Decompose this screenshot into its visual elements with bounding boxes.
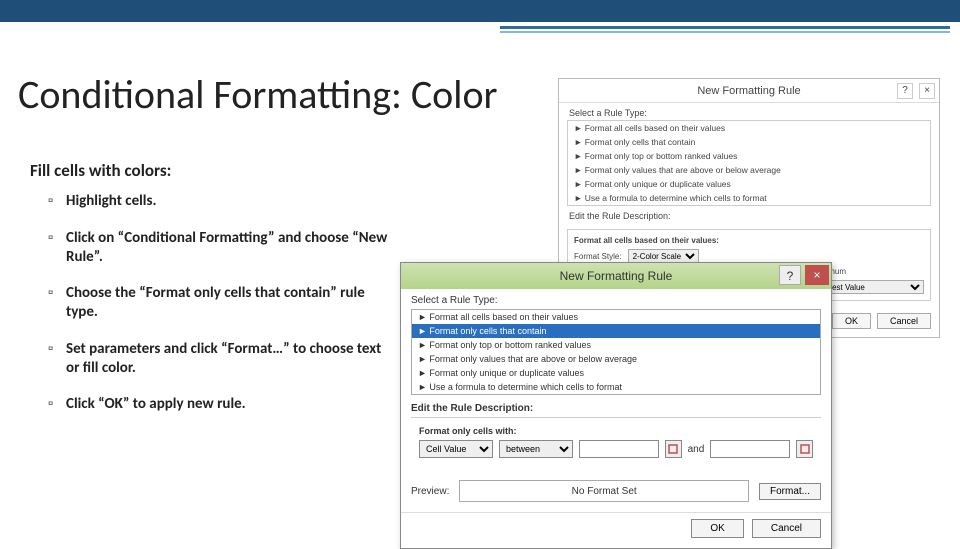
range-picker-icon[interactable] bbox=[665, 440, 682, 458]
rule-type-item[interactable]: ► Format only cells that contain bbox=[568, 135, 930, 149]
value-to-input[interactable] bbox=[710, 440, 790, 458]
and-label: and bbox=[688, 444, 705, 455]
rule-type-item[interactable]: ► Format only unique or duplicate values bbox=[568, 177, 930, 191]
preview-label: Preview: bbox=[411, 486, 449, 497]
format-style-select[interactable]: 2-Color Scale bbox=[628, 249, 699, 263]
condition-operator-select[interactable]: between bbox=[499, 440, 573, 458]
rule-type-item[interactable]: ► Format only values that are above or b… bbox=[568, 163, 930, 177]
cancel-button[interactable]: Cancel bbox=[877, 313, 931, 329]
rule-type-list[interactable]: ► Format all cells based on their values… bbox=[567, 120, 931, 206]
rule-type-item[interactable]: ► Format only cells that contain bbox=[412, 324, 820, 338]
rule-type-list[interactable]: ► Format all cells based on their values… bbox=[411, 309, 821, 395]
preview-box: No Format Set bbox=[459, 480, 749, 502]
range-picker-icon[interactable] bbox=[796, 440, 813, 458]
list-item: Click on “Conditional Formatting” and ch… bbox=[52, 229, 392, 267]
help-button[interactable]: ? bbox=[779, 265, 801, 285]
slide-title: Conditional Formatting: Color bbox=[18, 70, 498, 119]
cancel-button[interactable]: Cancel bbox=[752, 519, 821, 538]
rule-type-item[interactable]: ► Format only top or bottom ranked value… bbox=[412, 338, 820, 352]
rule-type-item[interactable]: ► Format only top or bottom ranked value… bbox=[568, 149, 930, 163]
slide-top-bar bbox=[0, 0, 960, 28]
rule-type-item[interactable]: ► Use a formula to determine which cells… bbox=[412, 380, 820, 394]
value-from-input[interactable] bbox=[579, 440, 659, 458]
format-all-cells-label: Format all cells based on their values: bbox=[574, 236, 924, 245]
rule-description-box: Format only cells with: Cell Value betwe… bbox=[411, 417, 821, 472]
close-button[interactable]: × bbox=[919, 83, 935, 99]
rule-type-item[interactable]: ► Format only values that are above or b… bbox=[412, 352, 820, 366]
list-item: Choose the “Format only cells that conta… bbox=[52, 284, 392, 322]
select-rule-type-label: Select a Rule Type: bbox=[559, 103, 939, 120]
close-button[interactable]: × bbox=[805, 265, 829, 285]
format-style-label: Format Style: bbox=[574, 252, 622, 261]
format-button[interactable]: Format... bbox=[759, 483, 821, 500]
list-item: Set parameters and click “Format…” to ch… bbox=[52, 340, 392, 378]
slide-subtitle: Fill cells with colors: bbox=[30, 160, 171, 181]
edit-rule-description-label: Edit the Rule Description: bbox=[559, 206, 939, 223]
dialog-title: New Formatting Rule ? × bbox=[401, 263, 831, 289]
ok-button[interactable]: OK bbox=[832, 313, 871, 329]
instruction-list: Highlight cells. Click on “Conditional F… bbox=[52, 192, 392, 432]
rule-type-item[interactable]: ► Format only unique or duplicate values bbox=[412, 366, 820, 380]
rule-type-item[interactable]: ► Format all cells based on their values bbox=[568, 121, 930, 135]
format-only-cells-with-label: Format only cells with: bbox=[419, 426, 813, 436]
list-item: Click “OK” to apply new rule. bbox=[52, 395, 392, 414]
list-item: Highlight cells. bbox=[52, 192, 392, 211]
condition-target-select[interactable]: Cell Value bbox=[419, 440, 493, 458]
rule-type-item[interactable]: ► Use a formula to determine which cells… bbox=[568, 191, 930, 205]
rule-type-item[interactable]: ► Format all cells based on their values bbox=[412, 310, 820, 324]
select-rule-type-label: Select a Rule Type: bbox=[401, 289, 831, 309]
help-button[interactable]: ? bbox=[897, 83, 913, 99]
edit-rule-description-label: Edit the Rule Description: bbox=[401, 395, 831, 417]
ok-button[interactable]: OK bbox=[691, 519, 743, 538]
dialog-title: New Formatting Rule ? × bbox=[559, 79, 939, 103]
new-formatting-rule-dialog-front: New Formatting Rule ? × Select a Rule Ty… bbox=[400, 262, 832, 549]
